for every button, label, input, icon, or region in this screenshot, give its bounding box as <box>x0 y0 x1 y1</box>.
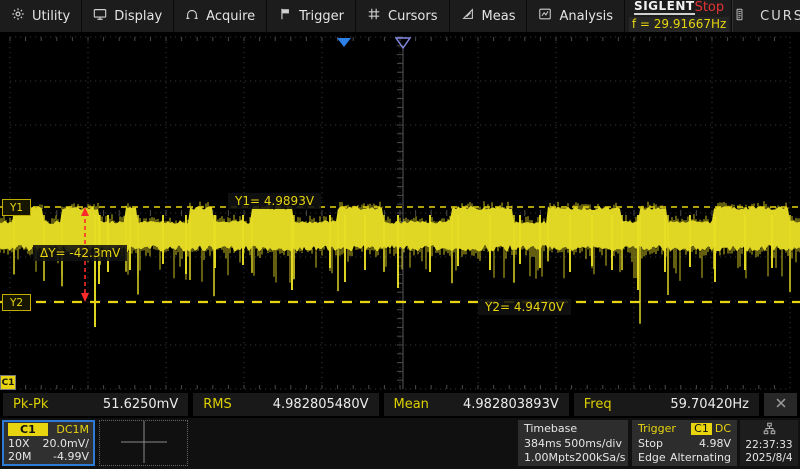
timebase-info-box[interactable]: Timebase 384ms 500ms/div 1.00Mpts 200kSa… <box>518 420 628 466</box>
brand-status-area: SIGLENT Stop f = 29.91667Hz <box>625 0 732 32</box>
clock-date: 2025/8/4 <box>745 452 792 464</box>
measurement-label: Freq <box>584 397 612 412</box>
measurement-rms: RMS 4.982805480V <box>193 393 378 416</box>
measurement-freq: Freq 59.70420Hz <box>574 393 759 416</box>
trigger-delay-marker <box>337 38 351 47</box>
analysis-icon <box>538 7 552 25</box>
menu-label: Display <box>114 9 162 24</box>
cursor-y2-handle[interactable]: Y2 <box>2 294 31 311</box>
scope-display-area[interactable]: Y1 Y2 Y1= 4.9893V ΔY= -42.3mV Y2= 4.9470… <box>0 32 800 390</box>
measurement-label: Mean <box>394 397 429 412</box>
trigger-slope: Alternating <box>670 451 731 464</box>
menu-label: Utility <box>32 9 70 24</box>
menu-label: Meas <box>482 9 516 24</box>
menu-label: Cursors <box>388 9 438 24</box>
timebase-title: Timebase <box>524 422 577 435</box>
menu-item-display[interactable]: Display <box>82 0 174 32</box>
channel1-probe: 10X <box>8 437 30 450</box>
display-icon <box>93 7 107 25</box>
trigger-title: Trigger <box>638 422 676 435</box>
menu-label: Analysis <box>559 9 613 24</box>
menu-label: Acquire <box>206 9 255 24</box>
run-state-indicator[interactable]: Stop <box>695 0 725 15</box>
menu-item-utility[interactable]: Utility <box>0 0 82 32</box>
close-icon <box>774 395 788 414</box>
crosshair-icon <box>121 421 167 466</box>
measurement-value: 51.6250mV <box>103 397 178 412</box>
menu-item-cursors[interactable]: Cursors <box>356 0 450 32</box>
trigger-source-badge: C1 <box>691 423 712 435</box>
measurement-label: Pk-Pk <box>13 397 48 412</box>
cursor-delta-readout: ΔY= -42.3mV <box>33 245 127 261</box>
ruler-icon <box>461 7 475 25</box>
trigger-coupling: DC <box>715 422 731 435</box>
channel1-name-badge: C1 <box>8 423 48 436</box>
memory-depth: 1.00Mpts <box>524 451 575 464</box>
cursor-y1-handle[interactable]: Y1 <box>2 199 31 216</box>
measurement-label: RMS <box>203 397 232 412</box>
network-icon <box>763 422 776 438</box>
sample-rate: 200kSa/s <box>575 451 626 464</box>
menu-item-meas[interactable]: Meas <box>450 0 528 32</box>
channel1-scale: 20.0mV/ <box>43 437 89 450</box>
measurement-mean: Mean 4.982803893V <box>384 393 569 416</box>
measurement-pkpk: Pk-Pk 51.6250mV <box>3 393 188 416</box>
trigger-level: 4.98V <box>699 437 731 450</box>
cursors-panel-header[interactable]: CURSORS <box>732 0 800 32</box>
channel1-coupling: DC1M <box>56 423 89 436</box>
measurement-value: 4.982805480V <box>273 397 369 412</box>
menu-label: Trigger <box>299 9 344 24</box>
measurement-bar: Pk-Pk 51.6250mV RMS 4.982805480V Mean 4.… <box>0 390 800 418</box>
menu-item-trigger[interactable]: Trigger <box>267 0 356 32</box>
close-measurements-button[interactable] <box>764 393 797 416</box>
trigger-frequency-readout: f = 29.91667Hz <box>629 17 729 32</box>
channel1-ground-marker[interactable]: C1 <box>0 375 16 390</box>
menu-item-analysis[interactable]: Analysis <box>527 0 625 32</box>
gear-icon <box>11 7 25 25</box>
top-menu-bar: Utility Display Acquire Trigger Cursors … <box>0 0 800 32</box>
waveform-canvas[interactable] <box>0 32 800 390</box>
trigger-type: Edge <box>638 451 666 464</box>
panel-title: CURSORS <box>760 9 800 24</box>
siglent-logo: SIGLENT <box>634 0 695 15</box>
timebase-scale: 500ms/div <box>564 437 622 450</box>
menu-item-acquire[interactable]: Acquire <box>174 0 267 32</box>
cursor-y2-readout: Y2= 4.9470V <box>478 299 571 315</box>
timebase-delay: 384ms <box>524 437 561 450</box>
list-icon <box>733 8 746 25</box>
bottom-status-bar: C1 DC1M 10X 20.0mV/ 20M -4.99V Timebase … <box>0 418 800 469</box>
trigger-info-box[interactable]: Trigger C1 DC Stop 4.98V Edge Alternatin… <box>632 420 737 466</box>
channel1-offset: -4.99V <box>53 450 89 463</box>
channel1-info-box[interactable]: C1 DC1M 10X 20.0mV/ 20M -4.99V <box>2 420 95 466</box>
clock-time: 22:37:33 <box>745 439 792 451</box>
measurement-value: 59.70420Hz <box>670 397 749 412</box>
acquire-icon <box>185 7 199 25</box>
cursor-y1-readout: Y1= 4.9893V <box>228 193 321 209</box>
clock-box: 22:37:33 2025/8/4 <box>740 420 798 466</box>
flag-icon <box>278 7 292 25</box>
channel1-bandwidth: 20M <box>8 450 32 463</box>
add-channel-box[interactable] <box>99 420 188 466</box>
measurement-value: 4.982803893V <box>463 397 559 412</box>
trigger-state: Stop <box>638 437 663 450</box>
cursors-icon <box>367 7 381 25</box>
